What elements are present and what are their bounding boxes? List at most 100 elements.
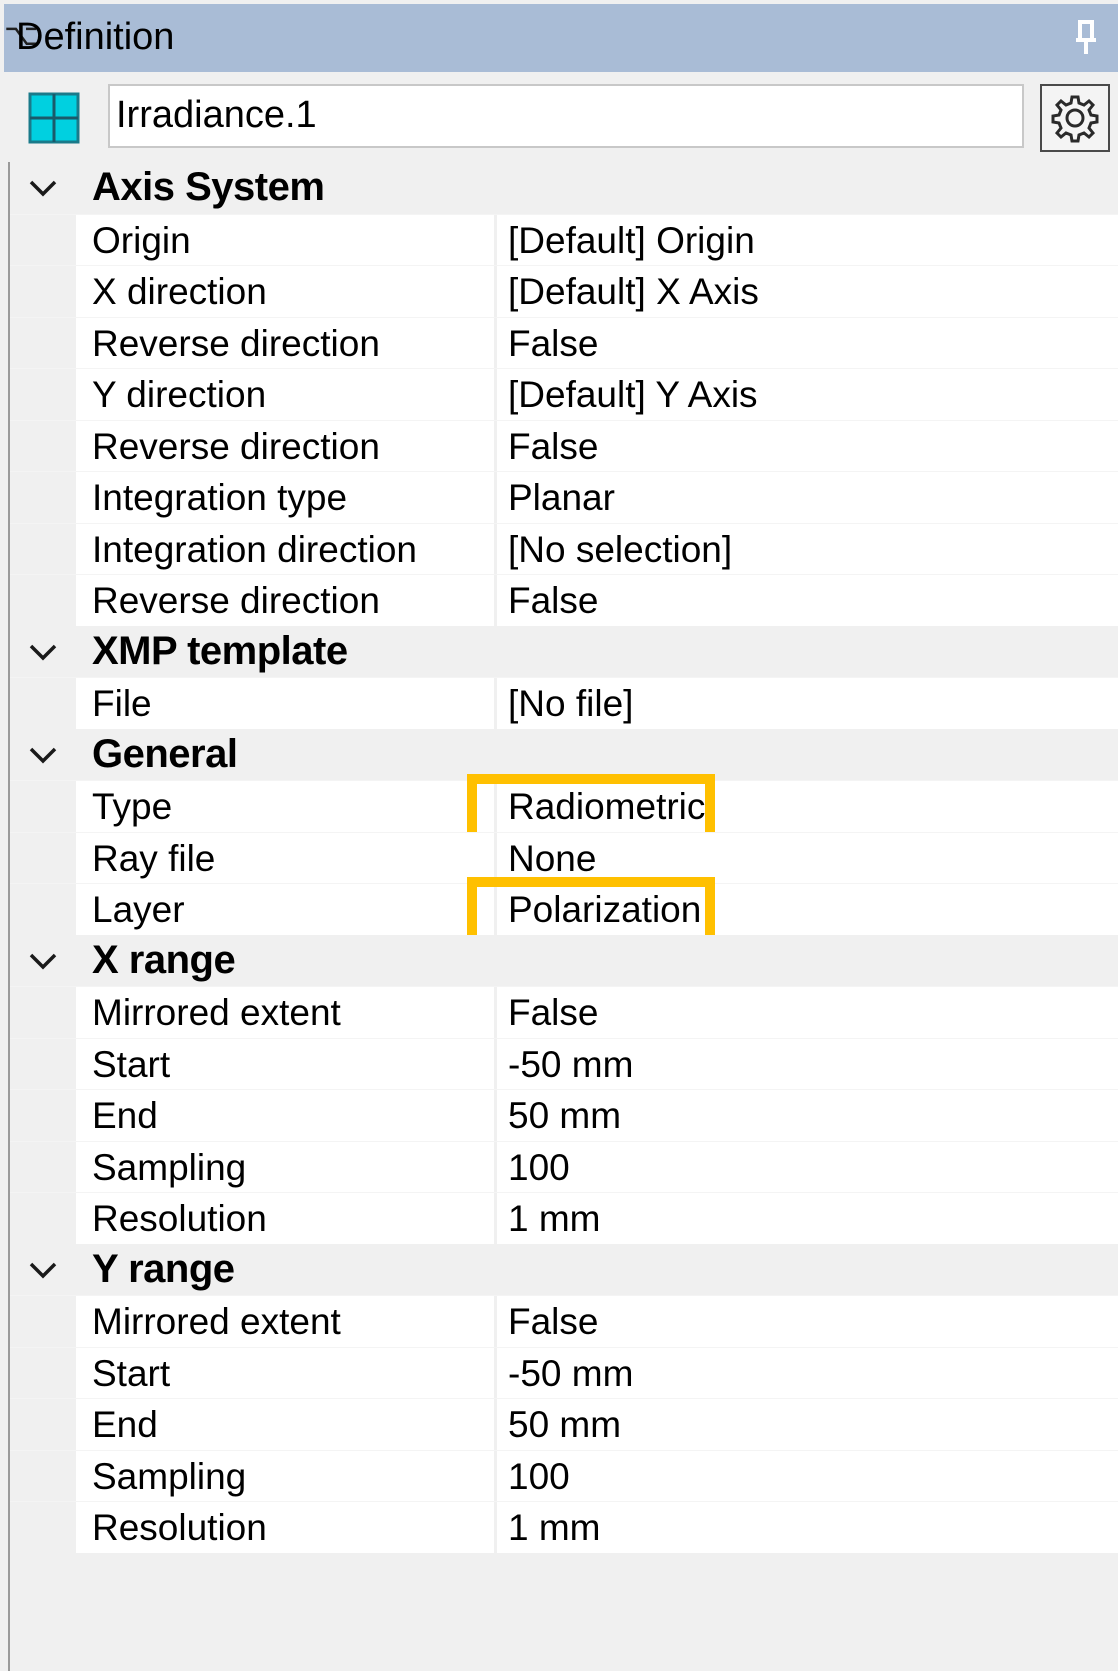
property-name: Reverse direction [92,425,380,467]
property-value[interactable]: [Default] Y Axis [508,369,758,420]
property-value[interactable]: None [508,833,596,884]
column-divider [494,1141,497,1192]
property-row[interactable]: Ray file None [10,831,1118,884]
property-row[interactable]: Reverse direction False [10,574,1118,626]
category-row[interactable]: General [10,728,1118,780]
property-row[interactable]: Integration direction [No selection] [10,522,1118,575]
property-name: Reverse direction [92,580,380,621]
column-divider [494,575,497,626]
property-value[interactable]: [No file] [508,678,633,729]
row-gutter [10,832,76,883]
property-row[interactable]: Mirrored extent False [10,986,1118,1038]
property-name: Start [92,1352,171,1394]
property-row[interactable]: End 50 mm [10,1398,1118,1450]
property-row[interactable]: Resolution 1 mm [10,1501,1118,1553]
row-gutter [10,1090,76,1141]
row-gutter [10,1038,76,1089]
toolbar: Irradiance.1 [8,78,1118,160]
property-row[interactable]: Sampling 100 [10,1449,1118,1502]
property-value[interactable]: Radiometric [508,781,705,832]
property-row[interactable]: Start -50 mm [10,1346,1118,1399]
property-value[interactable]: Planar [508,472,615,523]
row-gutter [10,420,76,471]
property-value[interactable]: False [508,575,598,626]
property-value[interactable]: False [508,1296,598,1347]
property-value[interactable]: 50 mm [508,1090,621,1141]
property-value[interactable]: 100 [508,1142,570,1193]
property-name: Ray file [92,837,216,879]
property-name: Y direction [92,374,267,415]
column-divider [494,214,497,265]
title-bar: ⌥ Definition [4,4,1118,72]
property-name: Mirrored extent [92,1301,341,1342]
property-row[interactable]: Sampling 100 [10,1140,1118,1193]
row-gutter [10,1347,76,1398]
row-gutter [10,1193,76,1244]
property-value[interactable]: 100 [508,1451,570,1502]
category-row[interactable]: Axis System [10,162,1118,214]
column-divider [494,1399,497,1450]
property-row[interactable]: Layer Polarization [10,877,1118,947]
category-row[interactable]: XMP template [10,625,1118,677]
row-gutter [10,1399,76,1450]
chevron-down-icon[interactable] [26,172,60,204]
property-row[interactable]: Reverse direction False [10,316,1118,369]
property-row[interactable]: Type Radiometric [10,774,1118,844]
property-value[interactable]: Polarization [508,884,701,935]
column-divider [494,266,497,317]
row-gutter [10,575,76,626]
property-value[interactable]: 50 mm [508,1399,621,1450]
row-gutter [10,1502,76,1553]
property-name: File [92,683,152,724]
pin-icon[interactable] [1074,18,1098,58]
column-divider [494,1502,497,1553]
chevron-down-icon[interactable] [26,1254,60,1286]
category-label: Y range [92,1246,235,1291]
property-value[interactable]: -50 mm [508,1348,633,1399]
property-row[interactable]: File [No file] [10,677,1118,729]
property-name: Start [92,1043,171,1085]
row-gutter [10,987,76,1038]
property-row[interactable]: Mirrored extent False [10,1295,1118,1347]
category-row[interactable]: X range [10,934,1118,986]
property-row[interactable]: X direction [Default] X Axis [10,265,1118,317]
property-name: Origin [92,219,191,261]
property-name: Reverse direction [92,322,380,364]
property-name: End [92,1095,158,1136]
column-divider [494,678,497,729]
column-divider [494,1296,497,1347]
property-value[interactable]: 1 mm [508,1193,601,1244]
property-row[interactable]: Reverse direction False [10,419,1118,472]
property-row[interactable]: Integration type Planar [10,471,1118,523]
property-value[interactable]: False [508,987,598,1038]
property-value[interactable]: False [508,318,598,369]
column-divider [494,472,497,523]
property-value[interactable]: [No selection] [508,524,732,575]
row-gutter [10,1296,76,1347]
name-input[interactable]: Irradiance.1 [108,84,1024,148]
chevron-down-icon[interactable] [26,636,60,668]
column-divider [494,1090,497,1141]
column-divider [494,420,497,471]
column-divider [494,987,497,1038]
property-value[interactable]: -50 mm [508,1039,633,1090]
property-name: End [92,1404,158,1445]
property-value[interactable]: False [508,421,598,472]
settings-button[interactable] [1040,84,1110,152]
property-row[interactable]: End 50 mm [10,1089,1118,1141]
property-value[interactable]: [Default] Origin [508,215,755,266]
column-divider [494,1193,497,1244]
property-value[interactable]: [Default] X Axis [508,266,759,317]
category-label: General [92,731,238,776]
property-row[interactable]: Start -50 mm [10,1037,1118,1090]
column-divider [494,781,497,832]
row-gutter [10,317,76,368]
property-value[interactable]: 1 mm [508,1502,601,1553]
row-gutter [10,523,76,574]
chevron-down-icon[interactable] [26,739,60,771]
chevron-down-icon[interactable] [26,945,60,977]
category-row[interactable]: Y range [10,1243,1118,1295]
property-row[interactable]: Resolution 1 mm [10,1192,1118,1244]
property-row[interactable]: Origin [Default] Origin [10,213,1118,266]
property-row[interactable]: Y direction [Default] Y Axis [10,368,1118,420]
